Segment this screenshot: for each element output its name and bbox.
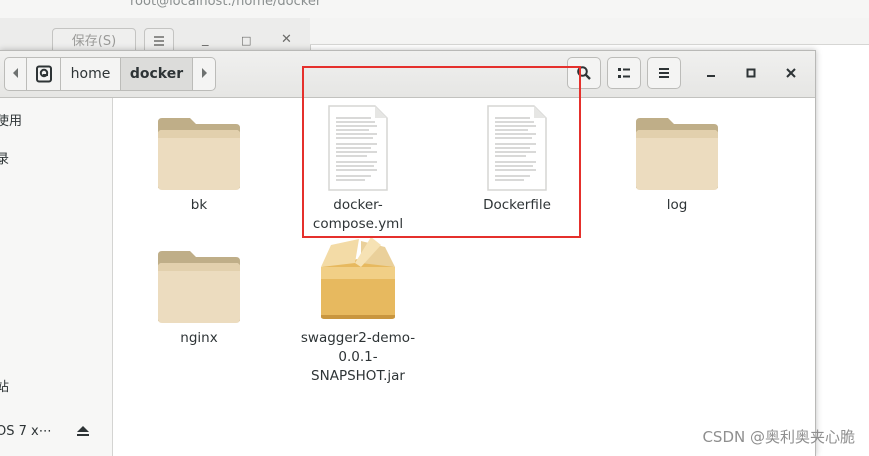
- places-sidebar: 使用 录 站 OS 7 x⋯: [0, 98, 113, 456]
- minimize-icon: [707, 75, 715, 77]
- package-icon: [321, 237, 395, 319]
- path-back-button[interactable]: [5, 58, 27, 90]
- sidebar-item-os-volume[interactable]: OS 7 x⋯: [0, 424, 52, 439]
- sidebar-item-site[interactable]: 站: [0, 376, 9, 395]
- file-item-nginx[interactable]: nginx: [134, 233, 264, 348]
- maximize-button[interactable]: [736, 57, 766, 89]
- file-label-line-1: swagger2-demo-: [300, 330, 416, 346]
- path-crumb-home[interactable]: home: [61, 58, 121, 90]
- maximize-icon: [746, 68, 756, 78]
- path-forward-button[interactable]: [193, 58, 215, 90]
- folder-icon: [158, 251, 240, 323]
- close-icon: [786, 68, 796, 78]
- path-crumb-docker[interactable]: docker: [121, 58, 193, 90]
- folder-icon: [158, 118, 240, 190]
- sidebar-eject-button[interactable]: [76, 424, 90, 442]
- drive-icon: [35, 65, 52, 83]
- menu-button[interactable]: [647, 57, 681, 89]
- background-strip: [310, 18, 869, 45]
- file-item-bk[interactable]: bk: [134, 100, 264, 215]
- eject-icon: [77, 426, 89, 436]
- close-button[interactable]: [776, 57, 806, 89]
- annotation-highlight-box: [302, 66, 581, 238]
- path-bar: home docker: [4, 57, 216, 91]
- file-item-swagger-jar[interactable]: swagger2-demo- 0.0.1-SNAPSHOT.jar: [293, 233, 423, 386]
- minimize-button[interactable]: [696, 57, 726, 89]
- file-label-line-2: 0.0.1-SNAPSHOT.jar: [311, 349, 405, 384]
- view-toggle-button[interactable]: [607, 57, 641, 89]
- hamburger-icon: [659, 68, 669, 78]
- chevron-left-icon: [12, 68, 18, 78]
- background-minimize-button[interactable]: _: [202, 32, 209, 47]
- background-window-title: root@localhost:/home/docker: [130, 0, 322, 9]
- file-label: nginx: [180, 330, 218, 346]
- file-label: bk: [190, 197, 208, 213]
- file-label: swagger2-demo- 0.0.1-SNAPSHOT.jar: [293, 329, 423, 386]
- background-title-bar: root@localhost:/home/docker: [0, 0, 869, 19]
- chevron-right-icon: [202, 68, 207, 78]
- file-label: log: [666, 197, 688, 213]
- background-close-button[interactable]: ✕: [281, 32, 292, 47]
- file-item-log[interactable]: log: [612, 100, 742, 215]
- background-maximize-button[interactable]: □: [241, 34, 251, 47]
- sidebar-item-usage[interactable]: 使用: [0, 110, 22, 129]
- list-view-icon: [618, 68, 630, 78]
- path-device-button[interactable]: [27, 58, 61, 90]
- sidebar-item-record[interactable]: 录: [0, 148, 9, 167]
- watermark: CSDN @奥利奥夹心脆: [702, 428, 855, 446]
- folder-icon: [636, 118, 718, 190]
